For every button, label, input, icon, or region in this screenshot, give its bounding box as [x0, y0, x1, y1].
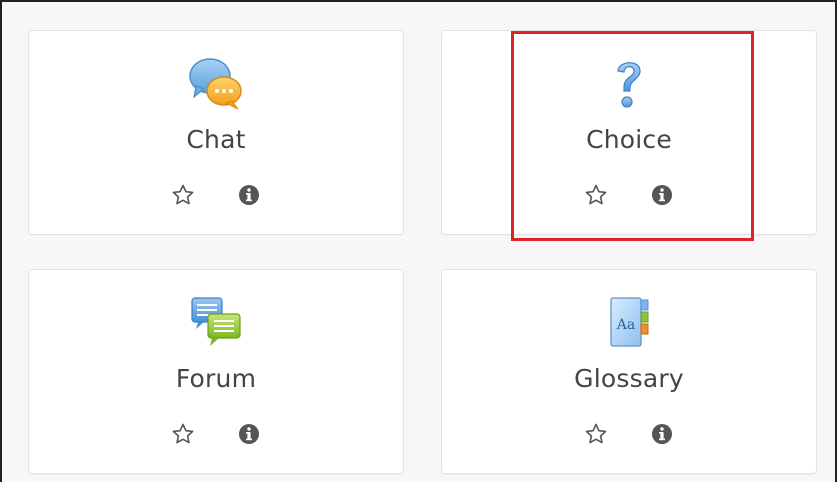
chat-icon — [186, 53, 246, 113]
info-icon[interactable] — [648, 420, 676, 448]
star-outline-icon[interactable] — [169, 420, 197, 448]
activity-card-forum[interactable]: Forum — [28, 269, 404, 474]
info-icon[interactable] — [235, 181, 263, 209]
star-outline-icon[interactable] — [169, 181, 197, 209]
activity-card-glossary[interactable]: Aa Glossary — [441, 269, 817, 474]
activity-actions — [29, 180, 403, 210]
activity-name: Chat — [186, 125, 246, 154]
info-icon[interactable] — [235, 420, 263, 448]
selection-highlight — [511, 31, 754, 241]
star-outline-icon[interactable] — [582, 420, 610, 448]
activity-name: Glossary — [574, 364, 684, 393]
svg-text:Aa: Aa — [616, 317, 635, 333]
glossary-icon: Aa — [599, 292, 659, 352]
forum-icon — [186, 292, 246, 352]
activity-actions — [29, 419, 403, 449]
activity-actions — [442, 419, 816, 449]
activity-card-chat[interactable]: Chat — [28, 30, 404, 235]
activity-name: Forum — [175, 364, 257, 393]
